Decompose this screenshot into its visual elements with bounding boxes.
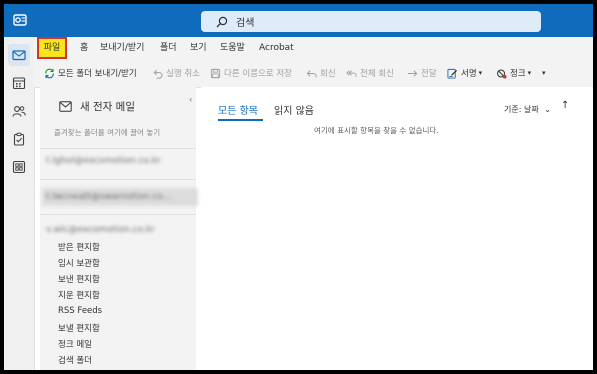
junk-button[interactable]: 정크 ▾ bbox=[496, 65, 531, 81]
search-placeholder: 검색 bbox=[236, 18, 255, 29]
save-as-label: 다른 이름으로 저장 bbox=[224, 69, 292, 79]
undo-button[interactable]: 실행 취소 bbox=[152, 65, 200, 81]
forward-arrow-icon bbox=[407, 69, 418, 77]
folder-outbox[interactable]: 보낼 편지함 bbox=[58, 322, 100, 334]
ribbon-toolbar: 모든 폴더 보내기/받기 실행 취소 다른 이름으로 저장 회신 전체 회신 전… bbox=[34, 59, 593, 88]
menu-folder[interactable]: 폴더 bbox=[160, 37, 177, 59]
folder-junk[interactable]: 정크 메일 bbox=[58, 338, 92, 350]
sort-by-date-button[interactable]: 기준: 날짜 ⌄ bbox=[504, 104, 551, 115]
reply-all-label: 전체 회신 bbox=[360, 69, 394, 79]
account-1[interactable]: t.lghol@excomotion.co.kr bbox=[46, 156, 161, 170]
folder-drafts[interactable]: 임시 보관함 bbox=[58, 257, 100, 269]
send-receive-all-button[interactable]: 모든 폴더 보내기/받기 bbox=[44, 65, 137, 81]
reply-button[interactable]: 회신 bbox=[306, 65, 336, 81]
forward-button[interactable]: 전달 bbox=[407, 65, 437, 81]
apps-grid-icon bbox=[12, 160, 26, 174]
title-bar: 검색 bbox=[4, 4, 593, 37]
search-input[interactable]: 검색 bbox=[201, 11, 541, 32]
divider bbox=[40, 179, 196, 180]
ribbon-more-button[interactable]: ▾ bbox=[542, 65, 546, 81]
signature-button[interactable]: 서명 ▾ bbox=[447, 65, 482, 81]
folder-pane: ‹ 새 전자 메일 즐겨찾는 폴더를 여기에 끌어 놓기 t.lghol@exc… bbox=[40, 87, 198, 370]
mail-icon bbox=[12, 50, 26, 61]
collapse-pane-button[interactable]: ‹ bbox=[189, 95, 192, 104]
menu-send-receive[interactable]: 보내기/받기 bbox=[100, 37, 144, 59]
reply-all-button[interactable]: 전체 회신 bbox=[346, 65, 394, 81]
empty-list-message: 여기에 표시할 항목을 찾을 수 없습니다. bbox=[314, 126, 439, 135]
menu-acrobat[interactable]: Acrobat bbox=[259, 37, 294, 59]
rail-people-button[interactable] bbox=[8, 100, 30, 122]
new-mail-button[interactable]: 새 전자 메일 bbox=[59, 99, 135, 114]
rail-apps-button[interactable] bbox=[8, 156, 30, 178]
sort-direction-button[interactable]: ↑ bbox=[561, 100, 569, 111]
divider bbox=[40, 214, 196, 215]
tasks-clipboard-icon bbox=[13, 132, 25, 146]
rail-mail-button[interactable] bbox=[8, 44, 30, 66]
outlook-window: 검색 파일 홈 보내기/받기 폴더 보기 도움말 Acrobat 모든 폴더 보… bbox=[4, 4, 593, 370]
folder-inbox[interactable]: 받은 편지함 bbox=[58, 241, 100, 253]
reply-label: 회신 bbox=[320, 69, 336, 79]
app-rail bbox=[4, 37, 35, 370]
forward-label: 전달 bbox=[421, 69, 437, 79]
reply-icon bbox=[306, 69, 317, 77]
signature-dropdown-icon: ▾ bbox=[478, 69, 483, 77]
menu-file[interactable]: 파일 bbox=[37, 37, 67, 59]
chevron-down-icon: ▾ bbox=[542, 69, 546, 77]
undo-label: 실행 취소 bbox=[166, 69, 200, 79]
account-3[interactable]: v.wlc@excomotion.co.kr bbox=[46, 225, 155, 239]
chevron-left-icon: ‹ bbox=[189, 95, 193, 104]
tab-all-items[interactable]: 모든 항목 bbox=[218, 102, 258, 117]
sort-label: 기준: 날짜 bbox=[504, 105, 539, 114]
menu-home[interactable]: 홈 bbox=[80, 37, 88, 59]
send-receive-all-label: 모든 폴더 보내기/받기 bbox=[58, 69, 137, 79]
junk-block-icon bbox=[497, 69, 507, 79]
folder-search[interactable]: 검색 폴더 bbox=[58, 354, 92, 366]
new-mail-icon bbox=[59, 101, 72, 112]
folder-sent[interactable]: 보낸 편지함 bbox=[58, 273, 100, 285]
junk-label: 정크 bbox=[510, 69, 526, 79]
rail-calendar-button[interactable] bbox=[8, 72, 30, 94]
menu-view[interactable]: 보기 bbox=[190, 37, 207, 59]
favorites-drop-hint: 즐겨찾는 폴더를 여기에 끌어 놓기 bbox=[54, 128, 161, 137]
calendar-icon bbox=[12, 77, 26, 90]
folder-rss-feeds[interactable]: RSS Feeds bbox=[58, 306, 102, 316]
junk-dropdown-icon: ▾ bbox=[527, 69, 532, 77]
rail-tasks-button[interactable] bbox=[8, 128, 30, 150]
folder-deleted[interactable]: 지운 편지함 bbox=[58, 289, 100, 301]
message-list-pane: 모든 항목 읽지 않음 기준: 날짜 ⌄ ↑ 여기에 표시할 항목을 찾을 수 … bbox=[201, 87, 593, 370]
save-as-button[interactable]: 다른 이름으로 저장 bbox=[210, 65, 292, 81]
menu-help[interactable]: 도움말 bbox=[220, 37, 245, 59]
search-icon bbox=[216, 16, 228, 28]
sync-icon bbox=[45, 68, 54, 78]
signature-label: 서명 bbox=[461, 69, 477, 79]
divider bbox=[40, 148, 196, 149]
save-icon bbox=[210, 68, 221, 78]
undo-icon bbox=[153, 69, 163, 79]
signature-pen-icon bbox=[447, 68, 458, 79]
account-2[interactable]: t.lwcneatt@swarnotion.co... bbox=[42, 188, 198, 206]
people-icon bbox=[12, 106, 26, 117]
chevron-down-icon: ⌄ bbox=[544, 105, 551, 114]
active-tab-indicator bbox=[218, 119, 263, 121]
reply-all-icon bbox=[346, 69, 357, 77]
menu-bar: 파일 홈 보내기/받기 폴더 보기 도움말 Acrobat bbox=[34, 37, 593, 59]
outlook-logo-icon bbox=[13, 14, 27, 26]
tab-unread[interactable]: 읽지 않음 bbox=[274, 102, 314, 117]
new-mail-label: 새 전자 메일 bbox=[80, 101, 135, 113]
